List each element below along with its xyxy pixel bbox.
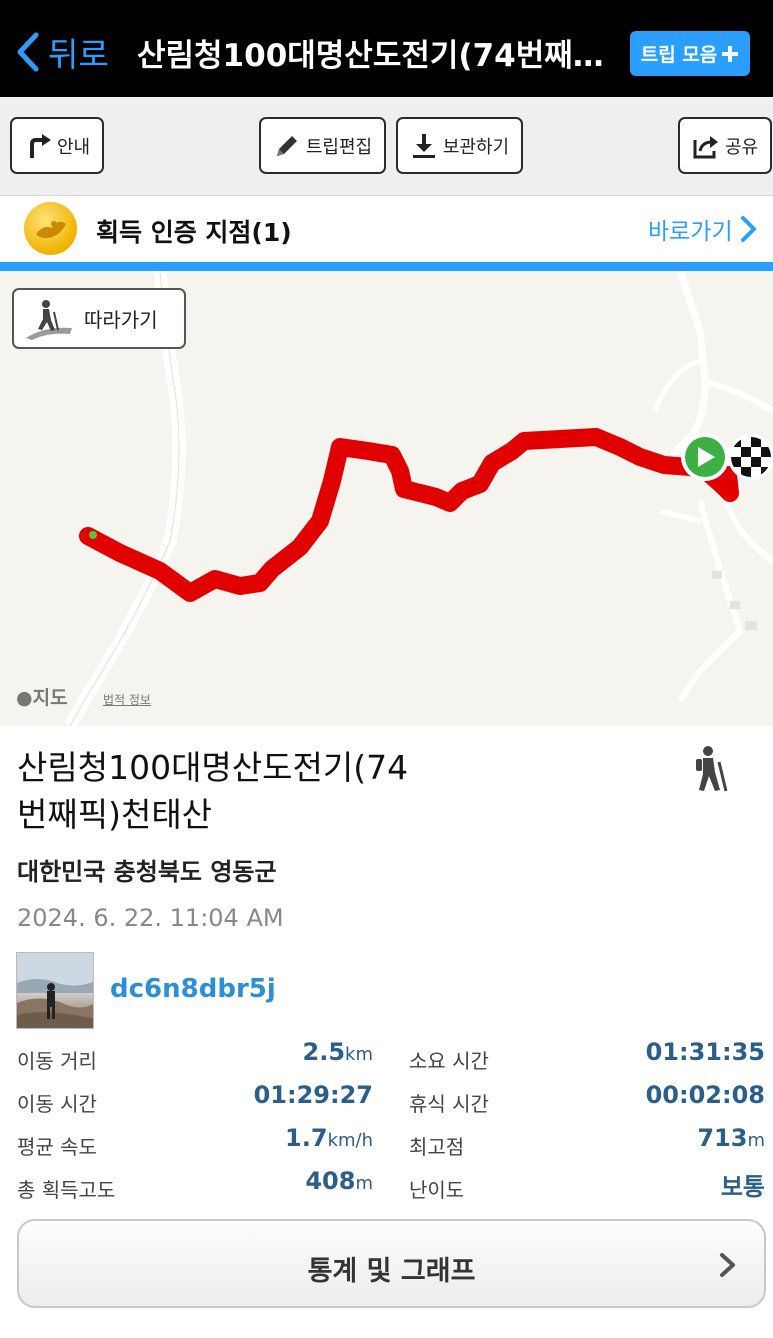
hiking-activity-icon	[696, 746, 728, 792]
stat-number: 보통	[720, 1173, 765, 1201]
trip-title-line: 산림청100대명산도전기(74	[17, 748, 409, 787]
divider	[0, 262, 773, 271]
follow-label: 따라가기	[84, 308, 158, 332]
stat-label: 소요 시간	[409, 1049, 489, 1073]
stats-and-graph-button[interactable]: 통계 및 그래프	[17, 1219, 766, 1308]
navigation-bar: 뒤로 산림청100대명산도전기(74번째… 트립 모음	[0, 0, 773, 97]
stat-value: 408m	[305, 1167, 373, 1195]
building	[712, 571, 722, 579]
share-label: 공유	[724, 136, 759, 158]
stat-label: 최고점	[409, 1135, 465, 1159]
trip-collection-label: 트립 모음	[640, 44, 718, 66]
chevron-left-icon	[17, 32, 39, 72]
stat-item: 최고점 713m	[390, 1120, 773, 1164]
turn-direction-icon	[29, 133, 51, 158]
road	[652, 358, 701, 412]
map-attribution-logo: ●지도	[16, 683, 68, 710]
stat-value: 01:31:35	[646, 1038, 765, 1066]
trip-collection-button[interactable]: 트립 모음	[630, 31, 750, 76]
edit-trip-label: 트립편집	[305, 136, 373, 158]
stat-unit: m	[747, 1130, 765, 1151]
page-title: 산림청100대명산도전기(74번째…	[137, 38, 604, 74]
shortcut-link[interactable]: 바로가기	[648, 212, 757, 246]
stat-item: 총 획득고도 408m	[0, 1163, 380, 1207]
stat-unit: km/h	[327, 1130, 373, 1151]
certification-label: 획득 인증 지점(1)	[96, 218, 292, 247]
apple-icon: ●	[16, 687, 33, 709]
road	[659, 508, 701, 524]
stats-button-label: 통계 및 그래프	[307, 1256, 476, 1287]
certification-bar[interactable]: 획득 인증 지점(1) 바로가기	[0, 196, 773, 262]
start-marker	[681, 433, 729, 481]
stat-value: 00:02:08	[646, 1081, 765, 1109]
stat-number: 713	[697, 1124, 748, 1152]
stat-item: 소요 시간 01:31:35	[390, 1034, 773, 1078]
stat-number: 00:02:08	[645, 1081, 765, 1109]
medal-icon	[24, 202, 77, 255]
route-start-dot	[89, 531, 97, 539]
route-map[interactable]: 따라가기 ●지도 법적 정보	[0, 271, 773, 726]
stat-value: 보통	[721, 1167, 765, 1202]
trip-title-line: 번째픽)천태산	[17, 795, 213, 834]
stat-item: 이동 시간 01:29:27	[0, 1077, 380, 1121]
back-button[interactable]: 뒤로	[14, 28, 109, 76]
stat-label: 휴식 시간	[409, 1092, 489, 1116]
legal-info-link[interactable]: 법적 정보	[103, 691, 151, 708]
chevron-right-icon	[740, 216, 756, 242]
stat-number: 01:29:27	[253, 1081, 373, 1109]
trip-datetime: 2024. 6. 22. 11:04 AM	[17, 904, 284, 932]
stat-number: 408	[305, 1167, 356, 1195]
pencil-icon	[276, 135, 297, 156]
building	[745, 621, 757, 630]
stat-label: 총 획득고도	[17, 1178, 116, 1202]
hiker-path-icon	[26, 299, 72, 340]
stat-item: 휴식 시간 00:02:08	[390, 1077, 773, 1121]
stat-label: 이동 시간	[17, 1092, 97, 1116]
stat-unit: m	[355, 1173, 373, 1194]
chevron-right-icon	[720, 1253, 735, 1277]
road	[704, 378, 773, 414]
shortcut-label: 바로가기	[648, 219, 733, 245]
stat-label: 이동 거리	[17, 1049, 97, 1073]
save-button[interactable]: 보관하기	[396, 117, 523, 174]
share-icon	[693, 135, 718, 158]
stat-label: 난이도	[409, 1178, 465, 1202]
username-link[interactable]: dc6n8dbr5j	[110, 974, 276, 1004]
avatar-photo	[17, 953, 93, 1028]
stat-number: 1.7	[285, 1124, 328, 1152]
stat-number: 01:31:35	[645, 1038, 765, 1066]
guide-button[interactable]: 안내	[10, 117, 104, 174]
back-label: 뒤로	[48, 35, 109, 74]
avatar[interactable]	[16, 952, 94, 1029]
stat-item: 난이도 보통	[390, 1163, 773, 1207]
stat-item: 이동 거리 2.5km	[0, 1034, 380, 1078]
follow-button[interactable]: 따라가기	[12, 288, 186, 349]
stat-value: 2.5km	[303, 1038, 373, 1066]
stat-value: 01:29:27	[254, 1081, 373, 1109]
stat-item: 평균 속도 1.7km/h	[0, 1120, 380, 1164]
save-label: 보관하기	[442, 136, 510, 158]
download-icon	[412, 133, 435, 158]
stat-value: 1.7km/h	[285, 1124, 373, 1152]
guide-label: 안내	[56, 136, 91, 158]
action-toolbar: 안내 트립편집 보관하기 공유	[0, 97, 773, 196]
trip-region: 대한민국 충청북도 영동군	[17, 858, 277, 886]
finish-flag-marker	[728, 434, 773, 480]
map-logo-label: 지도	[32, 687, 68, 709]
stat-value: 713m	[697, 1124, 765, 1152]
share-button[interactable]: 공유	[678, 117, 772, 174]
plus-icon	[722, 45, 739, 62]
stat-number: 2.5	[302, 1038, 346, 1066]
trip-title: 산림청100대명산도전기(74 번째픽)천태산	[17, 744, 537, 838]
building	[730, 601, 740, 609]
stat-label: 평균 속도	[17, 1135, 97, 1159]
stat-unit: km	[345, 1044, 373, 1065]
edit-trip-button[interactable]: 트립편집	[259, 117, 386, 174]
